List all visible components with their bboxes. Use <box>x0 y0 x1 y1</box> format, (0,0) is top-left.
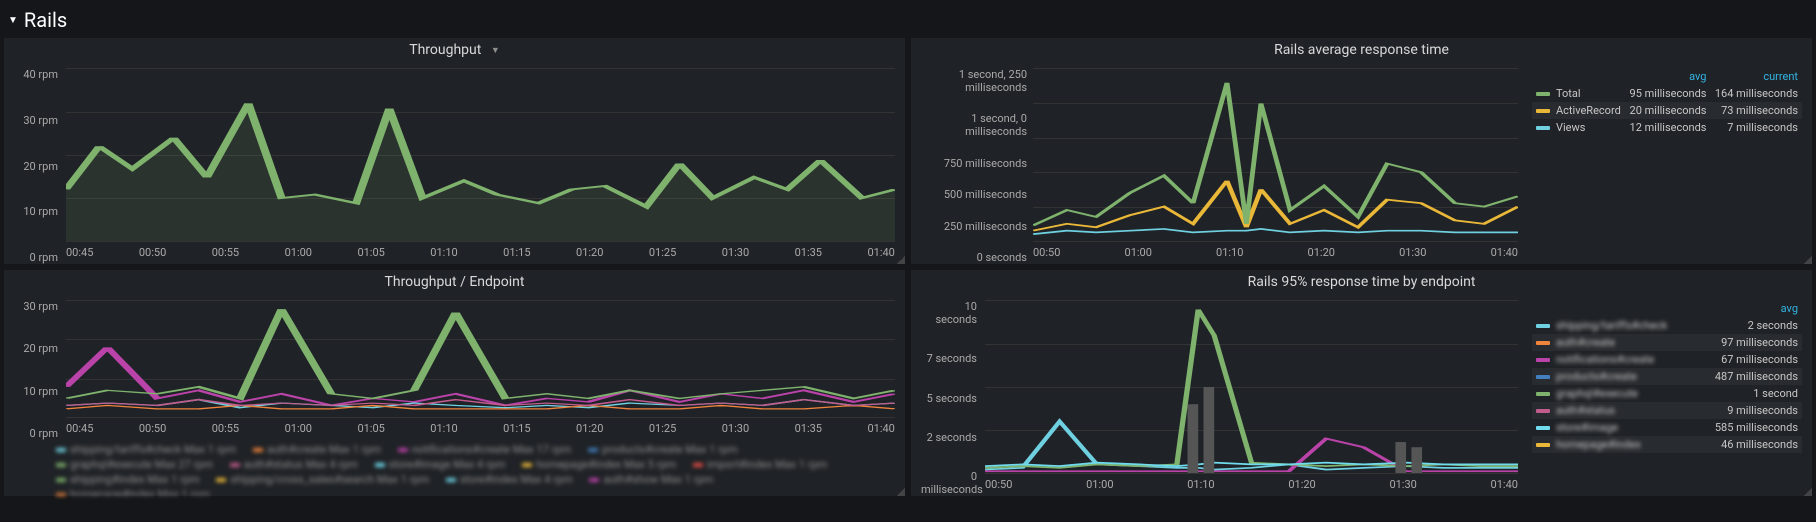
plot-area[interactable] <box>66 68 895 242</box>
resize-handle[interactable] <box>1804 488 1812 496</box>
panel-title-avg-rt[interactable]: Rails average response time <box>911 38 1812 62</box>
resize-handle[interactable] <box>1804 256 1812 264</box>
legend-row[interactable]: ActiveRecord20 milliseconds73 millisecon… <box>1532 102 1802 119</box>
row-title-label: Rails <box>24 8 67 32</box>
panel-title-throughput-ep[interactable]: Throughput / Endpoint <box>4 270 905 294</box>
panel-title-p95-rt[interactable]: Rails 95% response time by endpoint <box>911 270 1812 294</box>
legend-row[interactable]: products#create487 milliseconds <box>1532 368 1802 385</box>
legend-header: avgcurrent <box>1532 68 1802 85</box>
y-axis: 40 rpm 30 rpm 20 rpm 10 rpm 0 rpm <box>14 68 62 264</box>
legend-row[interactable]: auth#status9 milliseconds <box>1532 402 1802 419</box>
legend-row[interactable]: store#image585 milliseconds <box>1532 419 1802 436</box>
resize-handle[interactable] <box>897 488 905 496</box>
panel-throughput: Throughput ▼ 40 rpm 30 rpm 20 rpm 10 rpm… <box>4 38 905 264</box>
plot-area[interactable] <box>66 300 895 418</box>
legend-throughput-ep: shipping/tariffs#check Max 1 rpm auth#cr… <box>4 440 905 496</box>
legend-header: avg <box>1532 300 1802 317</box>
row-toggle[interactable]: ▼ Rails <box>4 4 1812 38</box>
x-axis: 00:5001:0001:1001:2001:3001:40 <box>1033 246 1518 264</box>
panel-title-text: Rails average response time <box>1274 42 1449 58</box>
resize-handle[interactable] <box>897 256 905 264</box>
legend-row[interactable]: notifications#create67 milliseconds <box>1532 351 1802 368</box>
y-axis: 10 seconds7 seconds5 seconds2 seconds0 m… <box>921 300 981 496</box>
y-axis: 1 second, 250 milliseconds1 second, 0 mi… <box>921 68 1031 264</box>
legend-row[interactable]: auth#create97 milliseconds <box>1532 334 1802 351</box>
panel-title-text: Throughput <box>409 42 481 58</box>
legend-avg-rt: avgcurrent Total95 milliseconds164 milli… <box>1528 62 1812 264</box>
legend-row[interactable]: homepage#index46 milliseconds <box>1532 436 1802 453</box>
x-axis: 00:5001:0001:1001:2001:3001:40 <box>985 478 1518 496</box>
plot-area[interactable] <box>1033 68 1518 242</box>
legend-p95-rt: avg shipping/tariffs#check2 seconds auth… <box>1528 294 1812 496</box>
y-axis: 30 rpm20 rpm10 rpm0 rpm <box>14 300 62 440</box>
x-axis: 00:4500:5000:5501:0001:0501:1001:1501:20… <box>66 422 895 440</box>
panel-avg-response-time: Rails average response time 1 second, 25… <box>911 38 1812 264</box>
legend-row[interactable]: Total95 milliseconds164 milliseconds <box>1532 85 1802 102</box>
panel-title-text: Rails 95% response time by endpoint <box>1248 274 1476 290</box>
legend-row[interactable]: shipping/tariffs#check2 seconds <box>1532 317 1802 334</box>
plot-area[interactable] <box>985 300 1518 474</box>
caret-down-icon: ▼ <box>491 46 500 56</box>
legend-row[interactable]: Views12 milliseconds7 milliseconds <box>1532 119 1802 136</box>
panel-p95-response-time: Rails 95% response time by endpoint 10 s… <box>911 270 1812 496</box>
panel-title-throughput[interactable]: Throughput ▼ <box>4 38 905 62</box>
chevron-down-icon: ▼ <box>8 15 18 26</box>
x-axis: 00:4500:5000:5501:0001:0501:1001:1501:20… <box>66 246 895 264</box>
legend-row[interactable]: graphql#execute1 second <box>1532 385 1802 402</box>
panel-title-text: Throughput / Endpoint <box>385 274 525 290</box>
panel-throughput-endpoint: Throughput / Endpoint 30 rpm20 rpm10 rpm… <box>4 270 905 496</box>
